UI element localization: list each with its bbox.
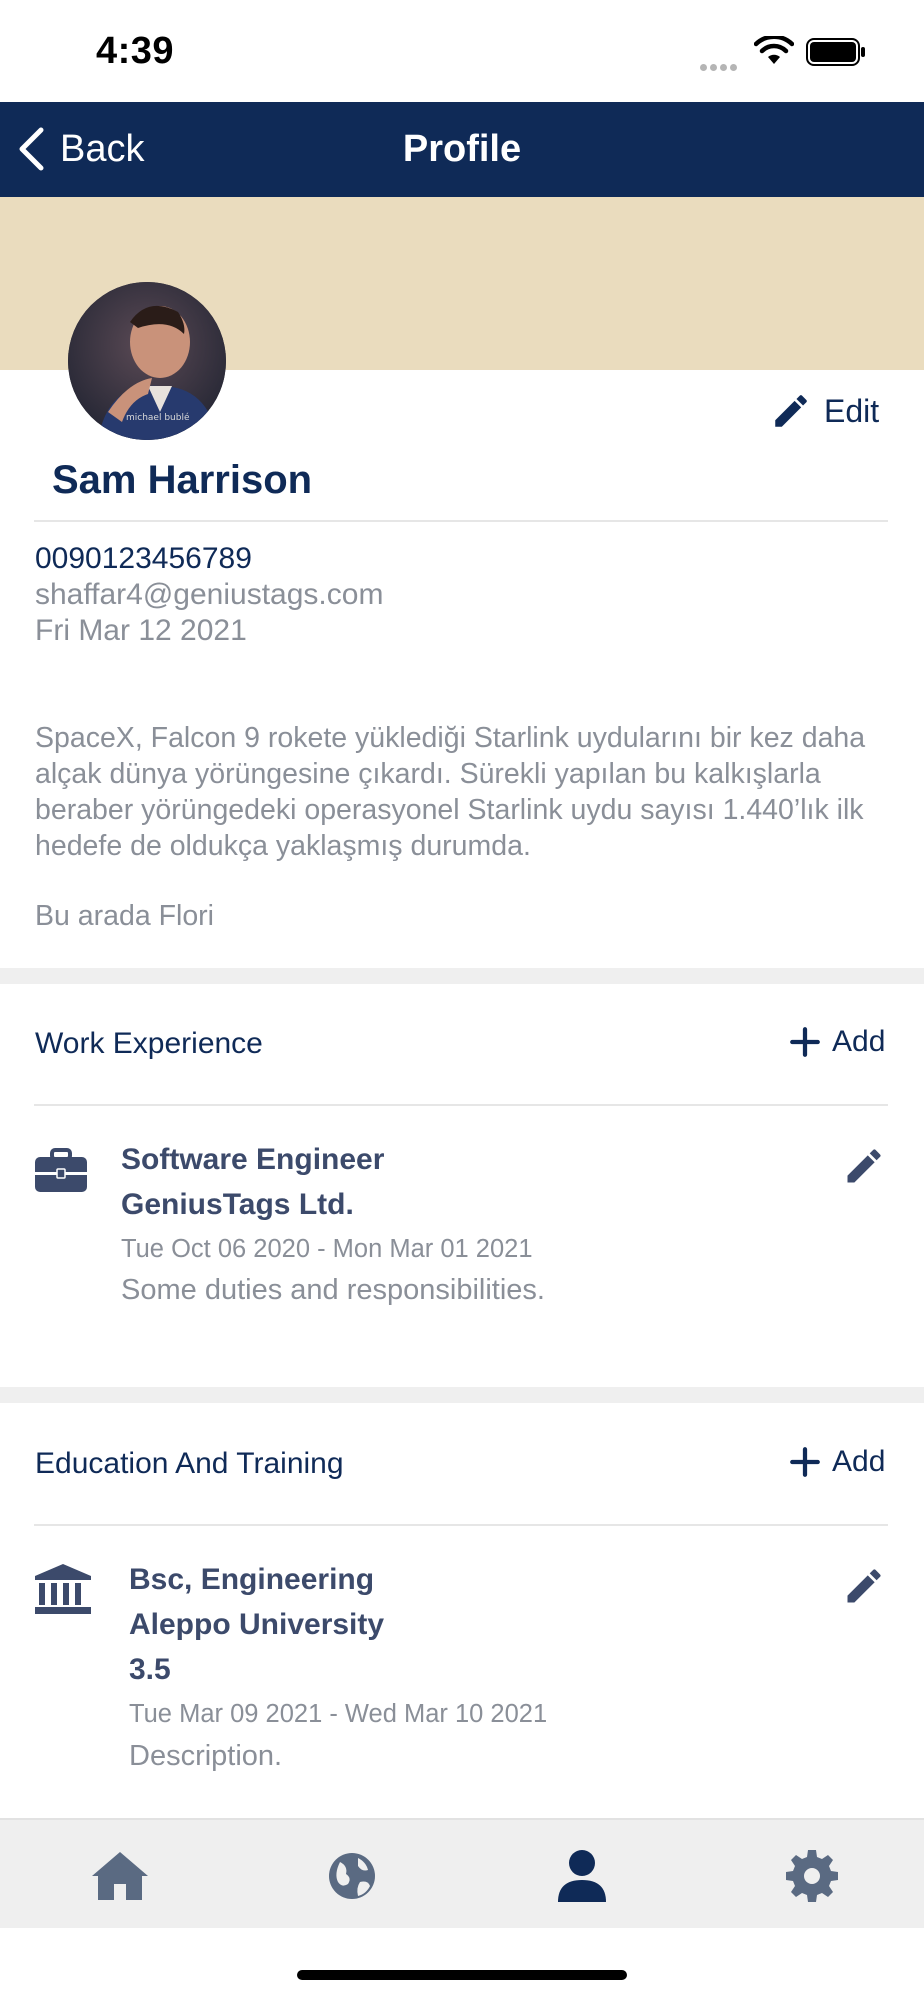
status-bar: 4:39 [0,0,924,102]
tab-bar [0,1818,924,1928]
pencil-icon [847,1149,881,1183]
user-icon [558,1850,606,1902]
tab-settings[interactable] [782,1848,842,1904]
profile-phone: 0090123456789 [35,542,252,575]
wifi-icon [753,34,795,66]
profile-bio-extra: Bu arada Flori [35,900,215,932]
divider [34,1104,888,1106]
edit-label: Edit [824,392,880,429]
home-indicator [297,1970,627,1980]
add-label: Add [832,1445,886,1478]
page-title: Profile [402,128,522,170]
tab-profile[interactable] [552,1848,612,1904]
institution-icon [34,1563,92,1615]
avatar[interactable]: michael bublé [68,282,226,440]
tab-explore[interactable] [322,1848,382,1904]
status-time: 4:39 [96,30,175,72]
profile-name: Sam Harrison [52,458,313,502]
globe-icon [329,1853,375,1899]
education-degree: Bsc, Engineering [129,1563,375,1596]
add-education-button[interactable]: Add [788,1445,885,1479]
work-description: Some duties and responsibilities. [121,1274,545,1306]
plus-icon [790,1027,820,1057]
work-dates: Tue Oct 06 2020 - Mon Mar 01 2021 [121,1235,533,1263]
profile-bio: SpaceX, Falcon 9 rokete yüklediği Starli… [35,722,866,862]
education-dates: Tue Mar 09 2021 - Wed Mar 10 2021 [129,1700,548,1728]
pencil-icon [775,395,807,427]
navigation-bar: Back Profile [0,102,924,197]
edit-education-button[interactable] [842,1564,886,1608]
home-icon [92,1852,148,1900]
briefcase-icon [34,1148,88,1194]
add-label: Add [832,1025,886,1058]
pencil-icon [847,1569,881,1603]
divider [34,520,888,522]
profile-email: shaffar4@geniustags.com [35,578,384,611]
education-institution: Aleppo University [129,1608,385,1641]
edit-profile-button[interactable]: Edit [770,390,879,432]
tab-home[interactable] [90,1848,150,1904]
signal-icon [700,58,744,71]
work-position: Software Engineer [121,1143,385,1176]
battery-icon [806,38,866,66]
section-separator [0,1387,924,1403]
divider [34,1524,888,1526]
gear-icon [786,1850,838,1902]
work-experience-title: Work Experience [35,1027,263,1060]
plus-icon [790,1447,820,1477]
section-separator [0,968,924,984]
avatar-caption: michael bublé [126,412,190,423]
add-work-button[interactable]: Add [788,1025,885,1059]
edit-work-button[interactable] [842,1144,886,1188]
profile-date: Fri Mar 12 2021 [35,614,247,647]
education-grade: 3.5 [129,1653,171,1686]
work-company: GeniusTags Ltd. [121,1188,354,1221]
education-description: Description. [129,1740,283,1772]
education-title: Education And Training [35,1447,344,1480]
